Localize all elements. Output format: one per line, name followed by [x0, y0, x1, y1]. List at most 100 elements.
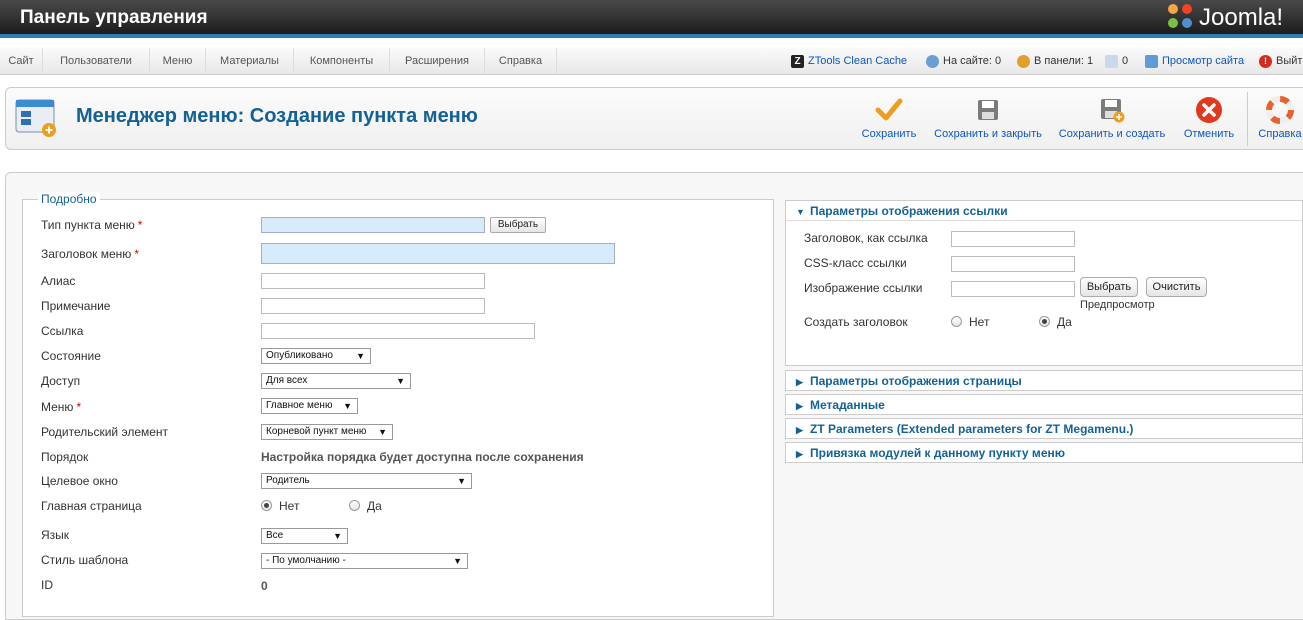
menu-item-users[interactable]: Пользователи: [43, 48, 150, 75]
home-yes-label: Да: [367, 499, 382, 513]
type-label: Тип пункта меню *: [41, 218, 143, 232]
users-on-site: На сайте: 0: [926, 48, 1001, 75]
css-class-field[interactable]: [951, 256, 1075, 272]
menu-item-components[interactable]: Компоненты: [294, 48, 390, 75]
dropdown-arrow-icon: ▼: [333, 531, 342, 541]
menu-item-extensions[interactable]: Расширения: [390, 48, 485, 75]
image-select-button[interactable]: Выбрать: [1080, 277, 1138, 297]
link-image-field[interactable]: [951, 281, 1075, 297]
create-title-yes-label: Да: [1057, 315, 1072, 329]
template-select-value: - По умолчанию -: [266, 555, 346, 566]
save-button[interactable]: Сохранить: [858, 96, 920, 140]
ztools-icon: Z: [791, 55, 804, 68]
menu-item-menus[interactable]: Меню: [150, 48, 206, 75]
dropdown-arrow-icon: ▼: [396, 376, 405, 386]
page-display-pane-label: Параметры отображения страницы: [810, 374, 1022, 388]
language-label: Язык: [41, 528, 70, 542]
type-field[interactable]: [261, 217, 485, 233]
link-image-label: Изображение ссылки: [804, 281, 923, 295]
joomla-logo-icon: [1168, 4, 1196, 32]
monitor-icon: [1145, 55, 1158, 68]
state-select[interactable]: Опубликовано ▼: [261, 348, 371, 364]
floppy-plus-icon: [1056, 96, 1168, 124]
note-label: Примечание: [41, 299, 111, 313]
title-attr-field[interactable]: [951, 231, 1075, 247]
home-no-radio[interactable]: [261, 500, 272, 511]
menu-item-content[interactable]: Материалы: [206, 48, 294, 75]
menu-select[interactable]: Главное меню ▼: [261, 398, 358, 414]
note-field[interactable]: [261, 298, 485, 314]
cancel-icon: [1179, 96, 1239, 124]
image-preview-label: Предпросмотр: [1080, 299, 1155, 311]
target-label: Целевое окно: [41, 474, 118, 488]
menu-label: Меню *: [41, 400, 82, 414]
state-label: Состояние: [41, 349, 101, 363]
css-class-label: CSS-класс ссылки: [804, 256, 907, 270]
alias-field[interactable]: [261, 273, 485, 289]
access-select-value: Для всех: [266, 375, 308, 386]
page-display-pane[interactable]: ▶ Параметры отображения страницы: [785, 370, 1303, 391]
messages-count-label: 0: [1122, 55, 1129, 67]
menu-select-value: Главное меню: [266, 400, 333, 411]
id-label: ID: [41, 578, 53, 592]
messages-icon: [1105, 55, 1118, 68]
language-select-value: Все: [266, 530, 284, 541]
parent-select[interactable]: Корневой пункт меню ▼: [261, 424, 393, 440]
page-title: Менеджер меню: Создание пункта меню: [76, 105, 478, 127]
create-title-label: Создать заголовок: [804, 315, 908, 329]
module-assignment-pane[interactable]: ▶ Привязка модулей к данному пункту меню: [785, 442, 1303, 463]
metadata-pane[interactable]: ▶ Метаданные: [785, 394, 1303, 415]
save-new-button[interactable]: Сохранить и создать: [1056, 96, 1168, 140]
messages-count[interactable]: 0: [1105, 48, 1128, 75]
title-label-text: Заголовок меню: [41, 247, 132, 261]
create-title-no-radio[interactable]: [951, 316, 962, 327]
view-site-label: Просмотр сайта: [1162, 55, 1245, 67]
details-legend: Подробно: [38, 192, 100, 206]
image-clear-button[interactable]: Очистить: [1146, 277, 1207, 297]
menu-item-help[interactable]: Справка: [485, 48, 557, 75]
panel-title: Панель управления: [20, 7, 208, 28]
logout-link[interactable]: ! Выйти: [1259, 48, 1303, 75]
zt-parameters-pane[interactable]: ▶ ZT Parameters (Extended parameters for …: [785, 418, 1303, 439]
target-select-value: Родитель: [266, 475, 310, 486]
help-label: Справка: [1258, 128, 1302, 140]
access-label: Доступ: [41, 374, 81, 388]
order-label: Порядок: [41, 450, 89, 464]
save-close-label: Сохранить и закрыть: [934, 128, 1042, 140]
users-in-panel: В панели: 1: [1017, 48, 1093, 75]
zt-parameters-pane-label: ZT Parameters (Extended parameters for Z…: [810, 422, 1134, 436]
target-select[interactable]: Родитель ▼: [261, 473, 472, 489]
toolbar: Менеджер меню: Создание пункта меню Сохр…: [5, 87, 1303, 150]
menu-manager-icon: [15, 99, 56, 137]
link-field[interactable]: [261, 323, 535, 339]
help-button[interactable]: Справка: [1252, 96, 1303, 140]
users-in-panel-label: В панели: 1: [1034, 55, 1094, 67]
cancel-button[interactable]: Отменить: [1179, 96, 1239, 140]
type-select-button[interactable]: Выбрать: [490, 217, 546, 233]
admin-users-icon: [1017, 55, 1030, 68]
joomla-logo-text: Joomla!: [1199, 4, 1284, 31]
alias-label: Алиас: [41, 274, 76, 288]
access-select[interactable]: Для всех ▼: [261, 373, 411, 389]
parent-select-value: Корневой пункт меню: [266, 426, 367, 437]
menu-label-text: Меню: [41, 400, 74, 414]
dropdown-arrow-icon: ▼: [343, 401, 352, 411]
language-select[interactable]: Все ▼: [261, 528, 348, 544]
title-field[interactable]: [261, 243, 615, 264]
save-label: Сохранить: [861, 128, 917, 140]
expand-arrow-icon: ▶: [796, 377, 803, 387]
home-no-label: Нет: [279, 499, 300, 513]
save-new-label: Сохранить и создать: [1058, 128, 1166, 140]
checkmark-icon: [858, 96, 920, 124]
create-title-yes-radio[interactable]: [1039, 316, 1050, 327]
clean-cache-link[interactable]: Z ZTools Clean Cache: [791, 48, 907, 75]
link-options-header[interactable]: ▼ Параметры отображения ссылки: [786, 201, 1302, 221]
top-header: Панель управления Joomla!: [0, 0, 1303, 38]
template-label: Стиль шаблона: [41, 553, 129, 567]
type-label-text: Тип пункта меню: [41, 218, 135, 232]
template-select[interactable]: - По умолчанию - ▼: [261, 553, 468, 569]
menu-item-site[interactable]: Сайт: [0, 48, 43, 75]
home-yes-radio[interactable]: [349, 500, 360, 511]
view-site-link[interactable]: Просмотр сайта: [1145, 48, 1244, 75]
save-close-button[interactable]: Сохранить и закрыть: [930, 96, 1046, 140]
